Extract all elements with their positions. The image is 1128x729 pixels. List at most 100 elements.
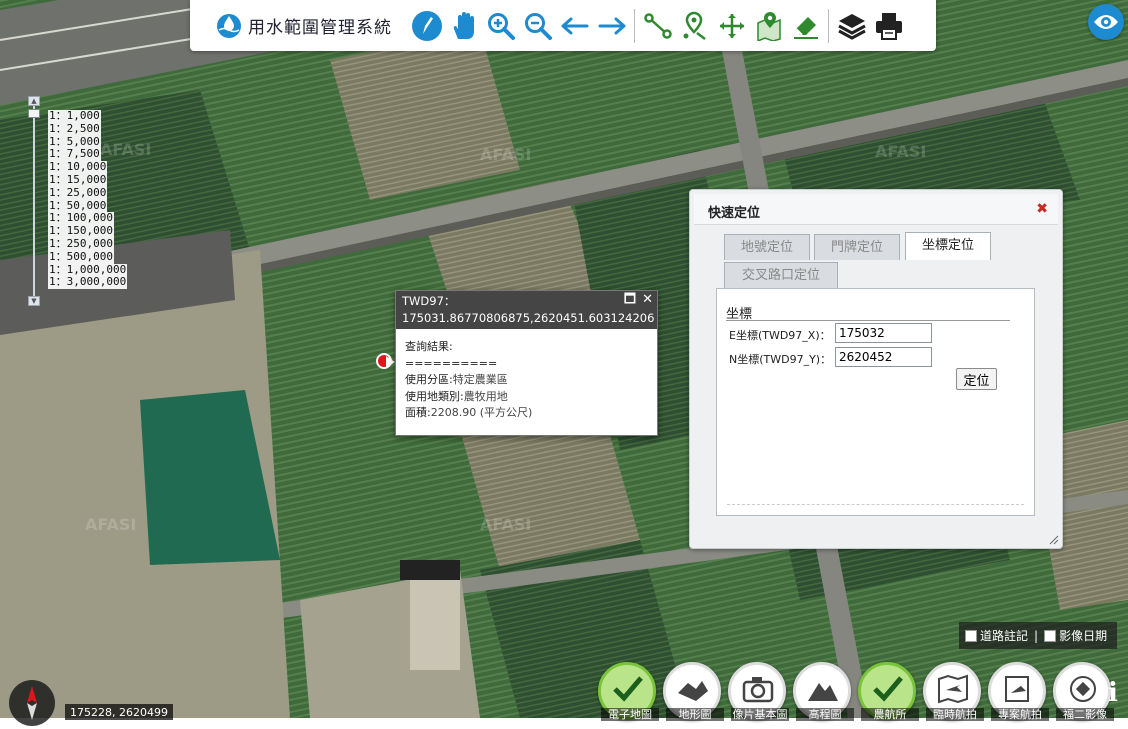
area-value: 2208.90 (430, 406, 477, 419)
landuse-row: 使用地類別:農牧用地 (405, 389, 648, 406)
section-divider (726, 320, 1010, 321)
basemap-label: 像片基本圖 (731, 708, 789, 721)
zoom-slider[interactable]: ▲ ▼ (28, 96, 40, 306)
basemap-electronic[interactable]: 電子地圖 (598, 662, 659, 721)
next-extent-button[interactable] (593, 6, 630, 46)
pencil-icon (411, 10, 442, 41)
zone-value: 特定農業區 (452, 373, 508, 386)
pencil-tool-button[interactable] (408, 6, 445, 46)
basemap-label: 福二影像 (1056, 708, 1114, 721)
query-divider: ========== (405, 356, 498, 370)
scale-list: 1：1,000 1：2,500 1：5,000 1：7,500 1：10,000… (48, 109, 128, 290)
basemap-label: 高程圖 (796, 708, 854, 721)
zoom-out-button[interactable] (519, 6, 556, 46)
query-title: 查詢結果: (405, 340, 453, 353)
mountain-icon (808, 683, 838, 701)
svg-text:AFASI: AFASI (85, 515, 136, 534)
close-icon[interactable]: ✕ (642, 293, 653, 307)
aerial-map-icon (938, 674, 968, 704)
main-toolbar: 用水範圍管理系統 (190, 0, 936, 51)
image-date-checkbox[interactable] (1044, 629, 1057, 642)
scale-item[interactable]: 1：250,000 (48, 237, 114, 251)
tab-parcel-locate[interactable]: 地號定位 (724, 234, 810, 260)
resize-handle-icon[interactable] (1049, 535, 1059, 545)
basemap-project-aerial[interactable]: 專案航拍 (988, 662, 1049, 721)
basemap-label: 農航所 (861, 708, 919, 721)
print-button[interactable] (870, 6, 907, 46)
checkmark-icon (873, 676, 903, 702)
quick-locate-panel: 快速定位 ✖ 地號定位 門牌定位 坐標定位 交叉路口定位 坐標 E坐標(TWD9… (689, 189, 1063, 549)
terrain-map-icon (678, 681, 708, 701)
tab-address-locate[interactable]: 門牌定位 (814, 234, 900, 260)
pan-hand-icon (453, 11, 474, 39)
maximize-icon[interactable]: 🗖 (624, 293, 636, 307)
zoom-slider-down-arrow[interactable]: ▼ (28, 296, 40, 306)
basemap-photo-base[interactable]: 像片基本圖 (728, 662, 789, 721)
landuse-value: 農牧用地 (463, 389, 508, 403)
back-arrow-icon (561, 17, 588, 34)
e-coordinate-input[interactable] (835, 323, 932, 343)
popup-header: TWD97： 175031.86770806875,2620451.603124… (396, 291, 657, 329)
zoom-slider-handle[interactable] (28, 109, 40, 118)
panel-header[interactable]: 快速定位 ✖ (694, 194, 1058, 225)
road-annotation-checkbox[interactable] (965, 629, 977, 642)
map-pin-button[interactable] (750, 6, 787, 46)
layers-icon (837, 13, 866, 40)
basemap-label: 專案航拍 (991, 708, 1049, 721)
basemap-afasi[interactable]: 農航所 (858, 662, 919, 721)
water-logo-icon (217, 13, 241, 38)
scale-item[interactable]: 1：1,000 (48, 109, 101, 123)
zoom-slider-up-arrow[interactable]: ▲ (28, 96, 40, 106)
eye-icon (1094, 15, 1118, 29)
scale-item[interactable]: 1：2,500 (48, 122, 101, 136)
move-button[interactable] (713, 6, 750, 46)
toolbar-divider (634, 8, 635, 43)
zoom-slider-track[interactable] (33, 106, 35, 296)
locate-button[interactable]: 定位 (956, 368, 997, 390)
zone-label: 使用分區: (405, 373, 453, 386)
basemap-label: 臨時航拍 (926, 708, 984, 721)
road-annotation-label: 道路註記 (980, 629, 1029, 643)
satellite-icon (1070, 676, 1096, 702)
scale-item[interactable]: 1：500,000 (48, 250, 114, 264)
scale-item[interactable]: 1：3,000,000 (48, 276, 128, 290)
form-divider (727, 504, 1024, 505)
basemap-temp-aerial[interactable]: 臨時航拍 (923, 662, 984, 721)
project-aerial-icon (1005, 676, 1029, 702)
tab-coordinate-locate[interactable]: 坐標定位 (905, 232, 991, 260)
pan-tool-button[interactable] (445, 6, 482, 46)
compass-icon[interactable] (9, 680, 55, 726)
measure-distance-button[interactable] (639, 6, 676, 46)
tab-intersection-locate[interactable]: 交叉路口定位 (724, 262, 838, 288)
zoom-out-icon (524, 12, 552, 40)
measure-area-icon (683, 11, 706, 40)
basemap-topographic[interactable]: 地形圖 (663, 662, 724, 721)
area-row: 面積:2208.90 (平方公尺) (405, 405, 648, 422)
basemap-elevation[interactable]: 高程圖 (793, 662, 854, 721)
zoom-in-button[interactable] (482, 6, 519, 46)
close-icon[interactable]: ✖ (1036, 201, 1048, 217)
info-icon[interactable]: i (1108, 678, 1118, 708)
basemap-formosat2[interactable]: 福二影像 (1053, 662, 1114, 721)
scale-item[interactable]: 1：15,000 (48, 173, 108, 187)
basemap-label: 電子地圖 (601, 708, 659, 721)
measure-area-button[interactable] (676, 6, 713, 46)
area-unit: (平方公尺) (479, 406, 533, 419)
eraser-button[interactable] (787, 6, 824, 46)
scale-item[interactable]: 1：25,000 (48, 186, 108, 200)
print-icon (875, 12, 902, 40)
layer-separator: | (1034, 628, 1039, 643)
landuse-label: 使用地類別: (405, 389, 464, 403)
n-coordinate-input[interactable] (835, 347, 932, 367)
forward-arrow-icon (598, 17, 625, 34)
image-date-toggle[interactable]: 影像日期 (1044, 627, 1107, 644)
road-annotation-toggle[interactable]: 道路註記 (965, 627, 1028, 644)
zone-row: 使用分區:特定農業區 (405, 372, 648, 389)
checkmark-icon (613, 676, 643, 702)
tool-group (408, 6, 907, 46)
popup-header-label: TWD97： (402, 294, 456, 308)
layers-button[interactable] (833, 6, 870, 46)
previous-extent-button[interactable] (556, 6, 593, 46)
popup-pointer (386, 356, 395, 368)
visibility-toggle-button[interactable] (1088, 4, 1124, 40)
